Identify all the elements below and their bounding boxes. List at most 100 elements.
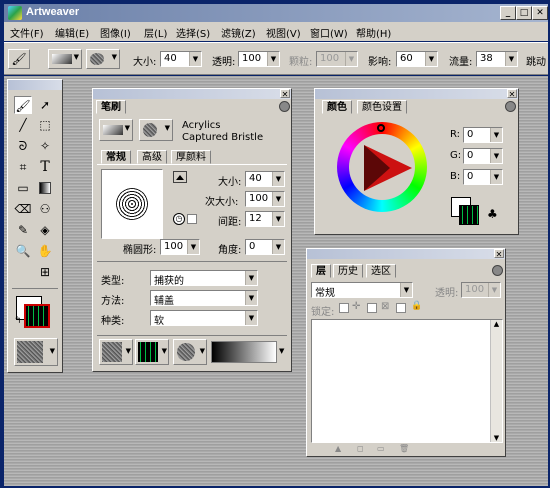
tab-general[interactable]: 常规 bbox=[101, 150, 131, 164]
menu-help[interactable]: 帮助(H) bbox=[356, 25, 391, 40]
blue-input[interactable]: 0 ▼ bbox=[463, 169, 503, 185]
scroll-up-icon[interactable]: ▲ bbox=[491, 320, 502, 328]
hand-tool-icon[interactable]: ✋ bbox=[36, 242, 54, 260]
tab-layers[interactable]: 层 bbox=[311, 264, 331, 278]
move-tool-icon[interactable]: ➚ bbox=[36, 96, 54, 114]
grain-combo[interactable]: 100 ▼ bbox=[316, 51, 358, 67]
flow-combo[interactable]: 38 ▼ bbox=[476, 51, 518, 67]
layer-opacity-combo[interactable]: 100 ▼ bbox=[461, 282, 501, 298]
brush-tool-icon[interactable]: 🖌 bbox=[14, 96, 32, 114]
brush-variant-picker[interactable]: ▼ bbox=[139, 119, 173, 141]
layer-list-scrollbar[interactable]: ▲ ▼ bbox=[490, 320, 502, 442]
gradient-tool-icon[interactable] bbox=[36, 179, 54, 197]
paint-bucket-tool-icon[interactable]: ◈ bbox=[36, 221, 54, 239]
gradient-picker[interactable] bbox=[211, 341, 277, 363]
lock-position-checkbox[interactable] bbox=[367, 303, 377, 313]
blend-mode-select[interactable]: 常规 ▼ bbox=[311, 282, 413, 299]
tools-panel-caption[interactable] bbox=[8, 80, 62, 90]
scroll-down-icon[interactable]: ▼ bbox=[491, 434, 502, 442]
eyedropper-tool-icon[interactable]: ✎ bbox=[14, 221, 32, 239]
minimize-button[interactable]: _ bbox=[500, 6, 516, 20]
layer-style-icon[interactable]: ▲ bbox=[335, 444, 341, 453]
brush-tool-icon[interactable]: 🖌 bbox=[8, 49, 30, 69]
brush-category-picker[interactable]: ▼ bbox=[99, 119, 133, 141]
magic-wand-tool-icon[interactable]: ✧ bbox=[36, 137, 54, 155]
close-icon[interactable]: ✕ bbox=[494, 249, 504, 259]
color-panel-caption[interactable]: ✕ bbox=[315, 89, 518, 99]
rect-select-tool-icon[interactable]: ⬚ bbox=[36, 116, 54, 134]
clock-icon[interactable]: ◷ bbox=[173, 213, 185, 225]
min-size-combo[interactable]: 100 ▼ bbox=[245, 191, 285, 207]
brush-preset-picker[interactable]: ▼ bbox=[48, 49, 82, 69]
tab-brush[interactable]: 笔刷 bbox=[96, 100, 126, 114]
menu-layer[interactable]: 层(L) bbox=[144, 25, 167, 40]
lock-transparency-checkbox[interactable] bbox=[339, 303, 349, 313]
new-layer-icon[interactable]: ▭ bbox=[377, 444, 385, 453]
stamp-tool-icon[interactable]: ⊞ bbox=[36, 263, 54, 281]
dynamics-icon[interactable] bbox=[173, 171, 187, 183]
menu-window[interactable]: 窗口(W) bbox=[310, 25, 348, 40]
tools-panel: 🖌 ➚ ╱ ⬚ ᘐ ✧ ⌗ T ▭ ⌫ ⚇ ✎ ◈ 🔍 ✋ ⊞ ↰ ▼ bbox=[7, 79, 63, 373]
clone-stamp-tool-icon[interactable]: ⚇ bbox=[36, 200, 54, 218]
tab-color[interactable]: 颜色 bbox=[322, 100, 352, 114]
tab-advanced[interactable]: 高级 bbox=[137, 150, 167, 164]
menu-edit[interactable]: 编辑(E) bbox=[55, 25, 89, 40]
kind-label: 种类: bbox=[101, 316, 125, 327]
brush-size-combo[interactable]: 40 ▼ bbox=[245, 171, 285, 187]
tab-history[interactable]: 历史 bbox=[333, 264, 363, 278]
delete-layer-icon[interactable]: 🗑 bbox=[399, 444, 409, 453]
size-label: 大小: bbox=[133, 57, 157, 68]
panel-menu-icon[interactable] bbox=[492, 265, 503, 276]
lock-image-checkbox[interactable] bbox=[396, 303, 406, 313]
brush-panel: ✕ 笔刷 ▼ ▼ Acrylics Captured Bristle 常规 高级… bbox=[92, 88, 292, 372]
type-select[interactable]: 捕获的 ▼ bbox=[150, 270, 258, 287]
opacity-combo[interactable]: 100 ▼ bbox=[238, 51, 280, 67]
maximize-button[interactable]: □ bbox=[516, 6, 532, 20]
method-select[interactable]: 辅盖 ▼ bbox=[150, 290, 258, 307]
crop-tool-icon[interactable]: ⌗ bbox=[14, 158, 32, 176]
layer-list[interactable]: ▲ ▼ bbox=[311, 319, 503, 443]
menu-image[interactable]: 图像(I) bbox=[100, 25, 131, 40]
tab-color-settings[interactable]: 颜色设置 bbox=[357, 100, 407, 114]
color-stamp-icon[interactable]: ♣ bbox=[487, 207, 498, 221]
eraser-tool-icon[interactable]: ⌫ bbox=[14, 200, 32, 218]
red-input[interactable]: 0 ▼ bbox=[463, 127, 503, 143]
new-group-icon[interactable]: ◻ bbox=[357, 444, 364, 453]
layer-panel-caption[interactable]: ✕ bbox=[307, 249, 505, 259]
timing-checkbox[interactable] bbox=[187, 214, 197, 224]
panel-menu-icon[interactable] bbox=[279, 101, 290, 112]
close-button[interactable]: ✕ bbox=[532, 6, 548, 20]
foreground-color-swatch[interactable] bbox=[24, 304, 50, 328]
menu-filter[interactable]: 滤镜(Z) bbox=[221, 25, 256, 40]
chevron-down-icon[interactable]: ▼ bbox=[279, 347, 284, 355]
kind-select[interactable]: 软 ▼ bbox=[150, 310, 258, 327]
panel-menu-icon[interactable] bbox=[505, 101, 516, 112]
hue-marker-icon[interactable] bbox=[377, 124, 385, 132]
tab-selection[interactable]: 选区 bbox=[366, 264, 396, 278]
rectangle-tool-icon[interactable]: ▭ bbox=[14, 179, 32, 197]
ellipse-combo[interactable]: 100 ▼ bbox=[160, 239, 200, 255]
zoom-tool-icon[interactable]: 🔍 bbox=[14, 242, 32, 260]
size-combo[interactable]: 40 ▼ bbox=[160, 51, 202, 67]
tab-impasto[interactable]: 厚颜料 bbox=[171, 150, 211, 164]
text-tool-icon[interactable]: T bbox=[36, 158, 54, 176]
angle-combo[interactable]: 0 ▼ bbox=[245, 239, 285, 255]
spacing-combo[interactable]: 12 ▼ bbox=[245, 211, 285, 227]
brush-panel-caption[interactable]: ✕ bbox=[93, 89, 291, 99]
brush-texture-picker[interactable]: ▼ bbox=[86, 49, 120, 69]
menu-view[interactable]: 视图(V) bbox=[266, 25, 301, 40]
texture-picker[interactable]: ▼ bbox=[14, 338, 58, 366]
pattern-picker[interactable]: ▼ bbox=[135, 339, 169, 365]
texture-picker[interactable]: ▼ bbox=[99, 339, 133, 365]
close-icon[interactable]: ✕ bbox=[507, 89, 517, 99]
nozzle-picker[interactable]: ▼ bbox=[173, 339, 207, 365]
swap-colors-icon[interactable]: ↰ bbox=[14, 316, 22, 326]
lasso-tool-icon[interactable]: ᘐ bbox=[14, 137, 32, 155]
menu-file[interactable]: 文件(F) bbox=[10, 25, 44, 40]
foreground-color-swatch[interactable] bbox=[459, 205, 479, 225]
green-input[interactable]: 0 ▼ bbox=[463, 148, 503, 164]
menu-select[interactable]: 选择(S) bbox=[176, 25, 210, 40]
line-tool-icon[interactable]: ╱ bbox=[14, 116, 32, 134]
close-icon[interactable]: ✕ bbox=[280, 89, 290, 99]
influence-combo[interactable]: 60 ▼ bbox=[396, 51, 438, 67]
